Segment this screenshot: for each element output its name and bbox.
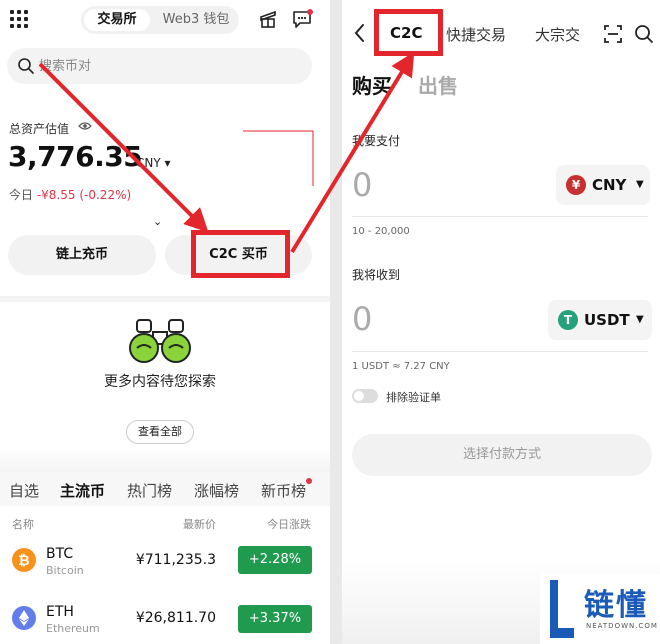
tab-mainstream[interactable]: 主流币 bbox=[60, 480, 105, 501]
account-switcher: 交易所 Web3 钱包 bbox=[81, 6, 239, 34]
coin-symbol: ETH bbox=[46, 604, 74, 620]
back-arrow-icon[interactable] bbox=[354, 23, 366, 43]
exchange-rate: 1 USDT ≈ 7.27 CNY bbox=[352, 361, 450, 372]
today-change-value: -¥8.55 (-0.22%) bbox=[36, 188, 132, 202]
tab-new-listings[interactable]: 新币榜 bbox=[261, 480, 306, 501]
coin-name: Ethereum bbox=[46, 622, 100, 635]
receive-amount-input[interactable]: 0 bbox=[352, 300, 372, 338]
exclude-verified-label: 排除验证单 bbox=[386, 391, 441, 404]
onchain-deposit-button[interactable]: 链上充币 bbox=[8, 235, 156, 275]
buy-tab[interactable]: 购买 bbox=[352, 70, 392, 99]
c2c-highlight-box bbox=[191, 230, 290, 278]
explore-text: 更多内容待您探索 bbox=[104, 374, 216, 390]
sell-tab[interactable]: 出售 bbox=[418, 70, 458, 99]
yuan-icon: ¥ bbox=[566, 175, 586, 195]
today-pnl: 今日 -¥8.55 (-0.22%) bbox=[9, 186, 131, 203]
watermark: 链懂 NEATDOWN.COM bbox=[540, 574, 660, 644]
caret-down-icon: ▼ bbox=[636, 314, 644, 325]
receive-label: 我将收到 bbox=[352, 268, 401, 282]
gift-icon[interactable] bbox=[258, 9, 278, 29]
notification-dot bbox=[307, 9, 313, 15]
tab-quick-trade[interactable]: 快捷交易 bbox=[446, 24, 506, 45]
tab-hot[interactable]: 热门榜 bbox=[127, 480, 172, 501]
bitcoin-icon: ₿ bbox=[12, 548, 36, 572]
tab-favorites[interactable]: 自选 bbox=[9, 480, 39, 501]
right-screen: C2C 快捷交易 大宗交 购买 出售 我要支付 0 ¥ CNY ▼ 10 - 2… bbox=[342, 0, 660, 644]
caret-down-icon: ▼ bbox=[636, 179, 644, 190]
coin-change-badge[interactable]: +2.28% bbox=[238, 546, 312, 574]
section-divider bbox=[0, 296, 330, 302]
col-name: 名称 bbox=[12, 518, 34, 531]
market-tabs: 自选 主流币 热门榜 涨幅榜 新币榜 bbox=[0, 472, 330, 506]
search-input[interactable] bbox=[39, 48, 299, 84]
col-change: 今日涨跌 bbox=[267, 518, 311, 531]
chevron-down-icon[interactable]: ⌄ bbox=[153, 215, 162, 228]
usdt-icon: T bbox=[558, 310, 578, 330]
receive-currency: USDT bbox=[584, 311, 630, 329]
search-bar[interactable] bbox=[7, 48, 312, 84]
search-icon[interactable] bbox=[634, 24, 654, 44]
segment-exchange[interactable]: 交易所 bbox=[84, 9, 150, 31]
left-screen: 交易所 Web3 钱包 总资产估值 3,776.35 CNY ▾ 今日 -¥8.… bbox=[0, 0, 330, 644]
ethereum-icon bbox=[12, 606, 36, 630]
exclude-verified-toggle[interactable] bbox=[352, 389, 378, 403]
coin-name: Bitcoin bbox=[46, 564, 84, 577]
binoculars-icon bbox=[129, 319, 191, 363]
receive-underline bbox=[352, 351, 648, 352]
segment-web3-wallet[interactable]: Web3 钱包 bbox=[155, 9, 237, 31]
today-label: 今日 bbox=[9, 188, 34, 202]
pay-range: 10 - 20,000 bbox=[352, 226, 410, 237]
view-all-button[interactable]: 查看全部 bbox=[126, 420, 194, 444]
select-payment-method-button[interactable]: 选择付款方式 bbox=[352, 434, 652, 476]
watermark-logo-icon bbox=[550, 580, 574, 638]
fade-divider bbox=[0, 448, 330, 472]
pay-currency: CNY bbox=[592, 176, 627, 194]
coin-symbol: BTC bbox=[46, 546, 74, 562]
watermark-sub: NEATDOWN.COM bbox=[586, 622, 658, 630]
coin-price: ¥26,811.70 bbox=[135, 610, 216, 626]
receive-currency-selector[interactable]: T USDT ▼ bbox=[548, 300, 652, 340]
coin-price: ¥711,235.3 bbox=[135, 552, 216, 568]
svg-text:₿: ₿ bbox=[18, 553, 29, 569]
scan-icon[interactable] bbox=[603, 24, 623, 44]
total-assets-label: 总资产估值 bbox=[9, 122, 70, 136]
pay-label: 我要支付 bbox=[352, 134, 401, 148]
col-price: 最新价 bbox=[183, 518, 216, 531]
search-icon bbox=[18, 58, 34, 74]
total-assets-value: 3,776.35 bbox=[8, 140, 143, 173]
c2c-tab-highlight-box bbox=[374, 9, 443, 56]
tab-bulk-trade[interactable]: 大宗交 bbox=[535, 24, 580, 45]
new-listings-dot bbox=[306, 478, 312, 484]
pay-amount-input[interactable]: 0 bbox=[352, 166, 372, 204]
watermark-text: 链懂 bbox=[584, 588, 648, 623]
coin-change-badge[interactable]: +3.37% bbox=[238, 605, 312, 633]
menu-grid-icon[interactable] bbox=[10, 10, 28, 28]
eye-icon[interactable] bbox=[78, 121, 92, 131]
pay-currency-selector[interactable]: ¥ CNY ▼ bbox=[556, 165, 650, 205]
tab-gainers[interactable]: 涨幅榜 bbox=[194, 480, 239, 501]
currency-selector[interactable]: CNY ▾ bbox=[136, 156, 171, 170]
pay-underline bbox=[352, 216, 648, 217]
